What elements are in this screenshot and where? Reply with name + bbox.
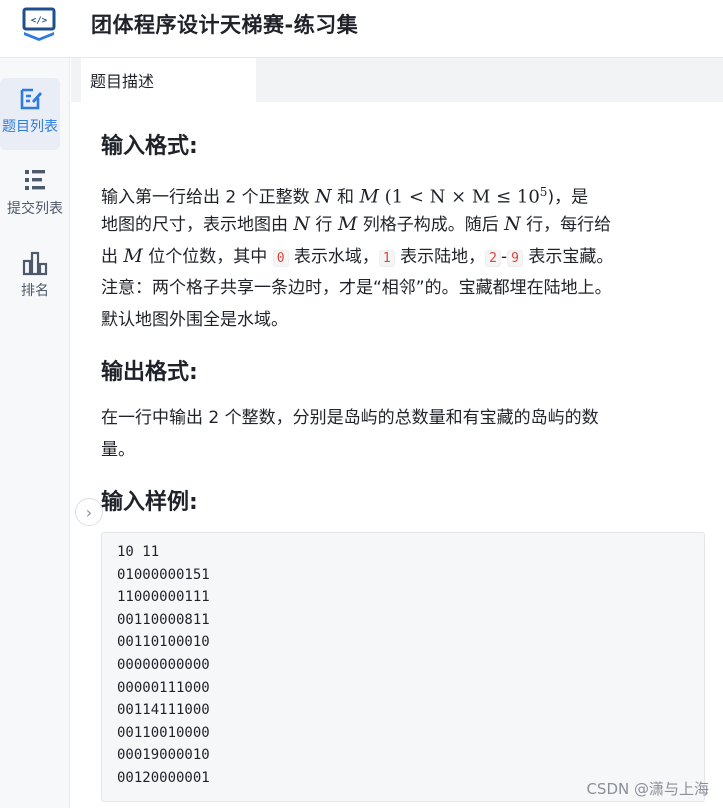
- text: 地图的尺寸，表示地图由: [101, 215, 294, 235]
- text: )，是: [547, 187, 589, 208]
- bullet-list-icon: [25, 170, 45, 190]
- app-title: 团体程序设计天梯赛-练习集: [91, 13, 359, 37]
- sample-input-codeblock: 10 11 01000000151 11000000111 0011000081…: [101, 532, 705, 802]
- code-line: 01000000151: [117, 566, 210, 583]
- math-var: M: [359, 185, 379, 208]
- code-line: 00110100010: [117, 634, 210, 651]
- sidebar-item-ranking[interactable]: 排名: [0, 242, 70, 314]
- math-var: N: [315, 185, 332, 208]
- sidebar-item-label: 排名: [21, 283, 49, 299]
- tab-problem-description[interactable]: 题目描述: [81, 58, 256, 102]
- math-var: M: [337, 213, 358, 235]
- math-var: M: [123, 245, 143, 267]
- code-line: 11000000111: [117, 589, 210, 606]
- sidebar-item-label: 提交列表: [7, 201, 63, 217]
- output-format-line-1: 在一行中输出 2 个整数，分别是岛屿的总数量和有宝藏的岛屿的数: [101, 408, 599, 428]
- code-logo-icon[interactable]: </>: [20, 5, 60, 41]
- svg-text:</>: </>: [31, 16, 48, 26]
- sidebar-item-label: 题目列表: [2, 119, 58, 135]
- inline-code: 0: [272, 250, 289, 267]
- math-var: N: [293, 213, 311, 235]
- math-var: N: [504, 213, 521, 235]
- math-expr: (1 < N × M ≤ 10: [378, 186, 540, 208]
- code-line: 00110010000: [117, 724, 210, 741]
- sidebar-item-problem-list[interactable]: 题目列表: [0, 78, 60, 150]
- input-format-line-5: 默认地图外围全是水域。: [101, 310, 288, 330]
- input-format-line-2: 地图的尺寸，表示地图由 N 行 M 列格子构成。随后 N 行，每行给: [101, 208, 701, 241]
- text: 输入第一行给出 2 个正整数: [101, 187, 316, 208]
- sample-input-title: 输入样例:: [101, 490, 198, 515]
- output-format-line-2: 量。: [101, 440, 135, 460]
- problem-content: 输入格式: 输入第一行给出 2 个正整数 N 和 M (1 < N × M ≤ …: [71, 102, 723, 808]
- text: 表示宝藏。: [522, 247, 614, 267]
- code-line: 00000000000: [117, 656, 210, 673]
- inline-code: 9: [507, 250, 523, 267]
- code-line: 10 11: [117, 544, 160, 560]
- code-line: 00114111000: [117, 702, 210, 719]
- input-format-title: 输入格式:: [101, 134, 198, 159]
- input-format-line-4: 注意：两个格子共享一条边时，才是“相邻”的。宝藏都埋在陆地上。: [101, 278, 612, 298]
- bar-chart-icon: [22, 251, 48, 276]
- code-line: 00110000811: [117, 611, 210, 628]
- text: 表示陆地，: [394, 247, 486, 267]
- text: 位个位数，其中: [142, 247, 273, 267]
- text: 出: [101, 247, 124, 267]
- edit-list-icon: [20, 88, 42, 110]
- text: 行，每行给: [520, 215, 612, 235]
- watermark: CSDN @潇与上海: [586, 780, 709, 798]
- expand-sidebar-button[interactable]: ›: [75, 498, 103, 526]
- input-format-line-3: 出 M 位个位数，其中 0 表示水域， 1 表示陆地， 2-9 表示宝藏。: [101, 240, 701, 275]
- chevron-right-icon: ›: [85, 502, 93, 522]
- code-line: 00019000010: [117, 747, 210, 764]
- top-bar: </> 团体程序设计天梯赛-练习集: [0, 0, 723, 58]
- code-line: 00000111000: [117, 679, 210, 696]
- text: 和: [331, 187, 360, 208]
- sidebar-item-submission-list[interactable]: 提交列表: [0, 160, 70, 232]
- inline-code: 2: [485, 250, 501, 267]
- text: 列格子构成。随后: [357, 215, 505, 235]
- output-format-title: 输出格式:: [101, 360, 198, 385]
- sidebar: 题目列表 提交列表 排名: [0, 58, 70, 808]
- inline-code: 1: [378, 250, 395, 267]
- text: 行: [310, 215, 338, 235]
- tab-bar: 题目描述: [71, 58, 723, 102]
- text: 表示水域，: [288, 247, 379, 267]
